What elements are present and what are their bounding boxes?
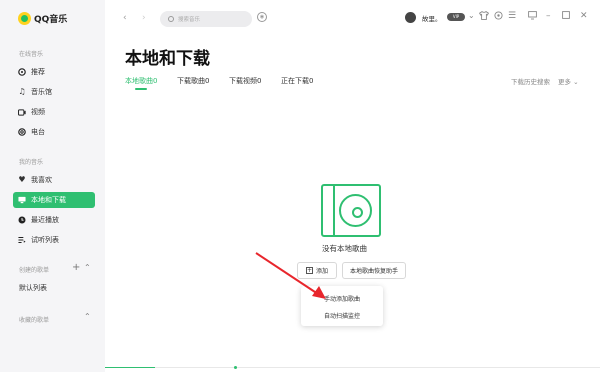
qq-music-logo-icon <box>18 12 31 25</box>
tab-local-songs[interactable]: 本地歌曲0 <box>125 76 157 86</box>
sidebar-item-recent[interactable]: 最近播放 <box>13 212 95 228</box>
download-history-link[interactable]: 下载历史搜索 <box>511 76 550 86</box>
shirt-icon[interactable] <box>479 11 489 23</box>
chevron-up-icon[interactable]: ⌃ <box>84 312 91 321</box>
sidebar-item-label: 推荐 <box>31 68 45 76</box>
list-icon <box>18 236 26 244</box>
app-name: QQ音乐 <box>34 15 68 25</box>
menu-icon[interactable]: ☰ <box>508 11 516 21</box>
sidebar-item-favorites[interactable]: ♥ 我喜欢 <box>13 172 95 188</box>
forward-arrow-icon[interactable]: › <box>142 13 146 23</box>
sidebar-item-label: 视频 <box>31 108 45 116</box>
chevron-down-icon: ⌄ <box>573 78 579 86</box>
section-title-online: 在线音乐 <box>19 51 44 58</box>
playlist-item-default[interactable]: 默认列表 <box>19 283 47 293</box>
menu-item-manual-add[interactable]: 手动添加歌曲 <box>301 294 383 303</box>
settings-icon[interactable] <box>494 11 503 23</box>
close-icon[interactable]: ✕ <box>580 11 588 21</box>
add-playlist-icon[interactable]: + <box>72 262 80 273</box>
monitor-icon <box>18 196 26 204</box>
tab-downloading[interactable]: 正在下载0 <box>281 76 313 86</box>
clock-icon <box>18 216 26 224</box>
app-logo[interactable]: QQ音乐 <box>18 12 67 25</box>
sidebar-item-video[interactable]: 视频 <box>13 104 95 120</box>
sidebar-item-music-hall[interactable]: ♫ 音乐馆 <box>13 84 95 100</box>
sidebar-item-label: 我喜欢 <box>31 176 52 184</box>
sidebar-item-recommend[interactable]: 推荐 <box>13 64 95 80</box>
empty-state-text: 没有本地歌曲 <box>322 244 367 253</box>
section-title-created: 创建的歌单 <box>19 267 50 274</box>
tab-downloaded-songs[interactable]: 下载歌曲0 <box>177 76 209 86</box>
progress-handle[interactable] <box>234 366 237 369</box>
search-icon <box>168 16 174 22</box>
playback-progress-bar[interactable] <box>105 367 600 368</box>
tab-downloaded-videos[interactable]: 下载视频0 <box>229 76 261 86</box>
restore-helper-button[interactable]: 本地歌曲恢复助手 <box>342 262 406 279</box>
chevron-up-icon[interactable]: ⌃ <box>84 263 91 272</box>
sidebar-item-label: 音乐馆 <box>31 88 52 96</box>
minimize-icon[interactable]: – <box>546 11 551 21</box>
progress-fill <box>105 367 155 368</box>
search-placeholder: 搜索音乐 <box>178 17 201 23</box>
sidebar-item-radio[interactable]: 电台 <box>13 124 95 140</box>
add-dropdown-menu: 手动添加歌曲 自动扫描监控 <box>301 286 383 326</box>
radio-icon <box>18 128 26 136</box>
add-button-label: 添加 <box>315 268 328 275</box>
back-arrow-icon[interactable]: ‹ <box>123 13 127 23</box>
sidebar: QQ音乐 在线音乐 推荐 ♫ 音乐馆 视频 电台 我的音乐 ♥ 我喜欢 本地和下… <box>0 0 105 372</box>
video-icon <box>18 108 26 116</box>
sidebar-item-label: 试听列表 <box>31 236 59 244</box>
sidebar-item-label: 电台 <box>31 128 45 136</box>
voice-search-icon[interactable]: ◉ <box>257 12 267 22</box>
disc-icon <box>339 194 372 227</box>
sidebar-item-local-download[interactable]: 本地和下载 <box>13 192 95 208</box>
recommend-icon <box>18 68 26 76</box>
page-title: 本地和下载 <box>125 49 210 69</box>
maximize-icon[interactable] <box>562 11 570 22</box>
heart-icon: ♥ <box>18 175 26 184</box>
active-tab-indicator <box>135 88 147 90</box>
sidebar-item-label: 最近播放 <box>31 216 59 224</box>
sidebar-item-label: 本地和下载 <box>31 196 66 204</box>
avatar[interactable] <box>405 12 416 23</box>
cd-case-icon <box>321 184 381 237</box>
vip-badge[interactable]: VIP <box>447 13 465 21</box>
add-button[interactable]: + 添加 <box>297 262 337 279</box>
plus-icon: + <box>305 267 313 274</box>
sidebar-item-trial-list[interactable]: 试听列表 <box>13 232 95 248</box>
mini-mode-icon[interactable] <box>528 11 537 23</box>
username[interactable]: 故里。 <box>422 13 442 23</box>
section-title-collected: 收藏的歌单 <box>19 317 50 324</box>
music-note-icon: ♫ <box>18 87 26 96</box>
search-input[interactable]: 搜索音乐 <box>160 11 252 27</box>
chevron-down-icon[interactable]: ⌄ <box>468 11 475 20</box>
menu-item-auto-scan[interactable]: 自动扫描监控 <box>301 311 383 320</box>
more-link[interactable]: 更多 ⌄ <box>558 76 579 86</box>
section-title-my-music: 我的音乐 <box>19 159 44 166</box>
more-label: 更多 <box>558 78 571 86</box>
